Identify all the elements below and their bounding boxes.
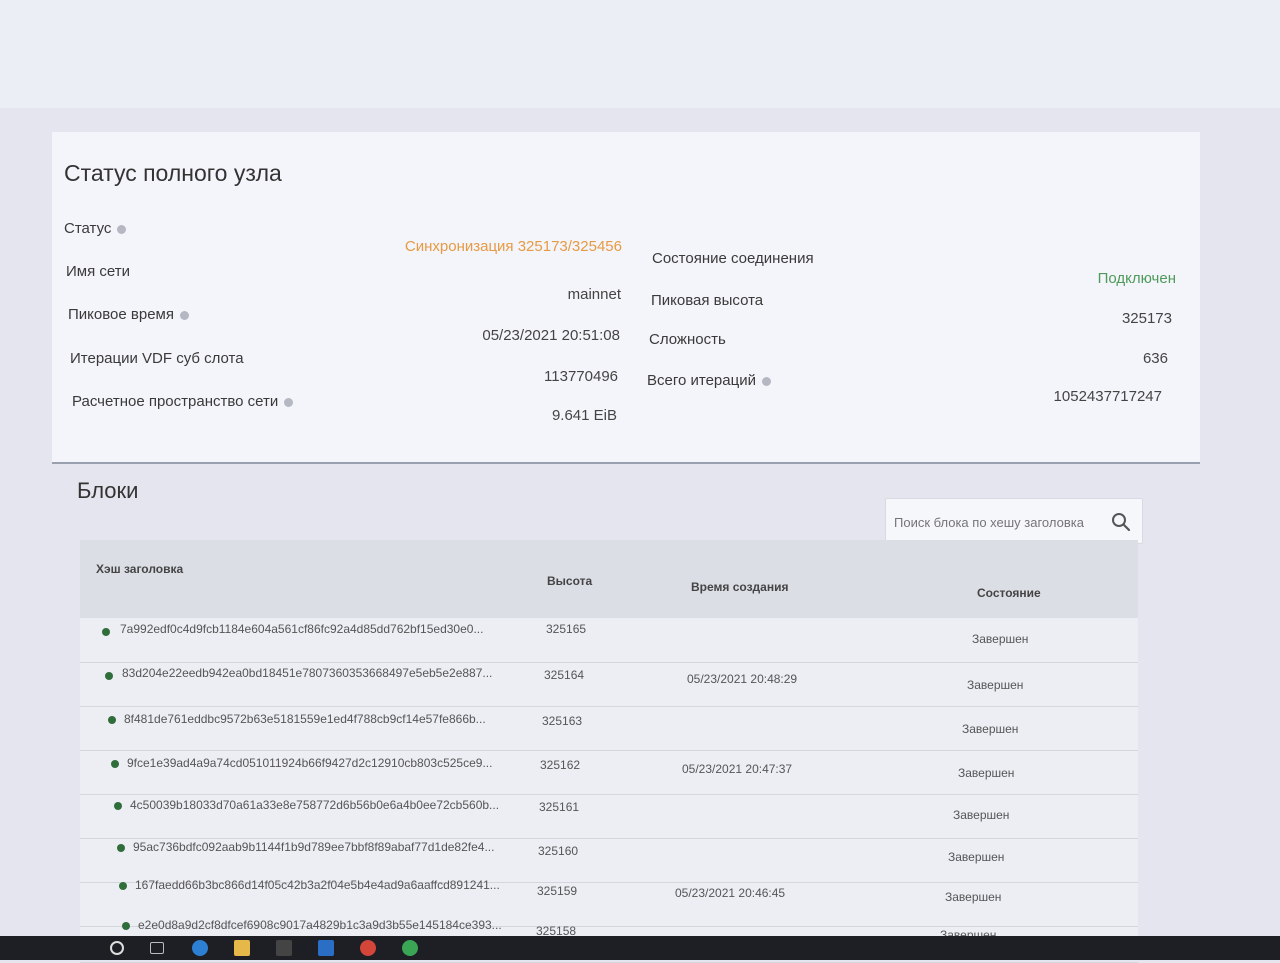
block-state: Завершен — [972, 632, 1029, 646]
peak-height-label: Пиковая высота — [651, 292, 764, 309]
block-state: Завершен — [967, 678, 1024, 692]
difficulty-value: 636 — [1142, 350, 1168, 367]
block-hash[interactable]: 4c50039b18033d70a61a33e8e758772d6b56b0e6… — [130, 798, 512, 812]
status-value: Синхронизация 325173/325456 — [404, 238, 622, 255]
block-height: 325164 — [544, 668, 585, 682]
blocks-table: Хэш заголовка Высота Время создания Сост… — [80, 540, 1138, 963]
task-view-icon[interactable] — [150, 942, 164, 954]
block-state: Завершен — [945, 890, 1002, 904]
connection-status-label: Состояние соединения — [652, 250, 814, 267]
connection-status-value: Подключен — [1097, 270, 1176, 287]
block-hash[interactable]: e2e0d8a9d2cf8dfcef6908c9017a4829b1c3a9d3… — [138, 918, 508, 932]
block-time: 05/23/2021 20:47:37 — [682, 762, 793, 776]
search-icon[interactable] — [1110, 511, 1132, 533]
status-dot-icon — [105, 672, 113, 680]
block-height: 325162 — [540, 758, 581, 772]
vdf-iterations-value: 113770496 — [544, 368, 618, 385]
full-node-status-card: Статус полного узла Статус Синхронизация… — [52, 132, 1200, 464]
total-iterations-value: 1052437717247 — [1053, 388, 1162, 405]
block-height: 325165 — [546, 622, 587, 636]
network-name-value: mainnet — [567, 286, 621, 303]
block-state: Завершен — [962, 722, 1019, 736]
chia-icon[interactable] — [402, 940, 418, 956]
status-dot-icon — [119, 882, 127, 890]
card-title: Статус полного узла — [64, 160, 282, 186]
block-hash[interactable]: 8f481de761eddbc9572b63e5181559e1ed4f788c… — [124, 712, 514, 726]
table-row[interactable]: 8f481de761eddbc9572b63e5181559e1ed4f788c… — [80, 706, 1138, 751]
block-search-input[interactable] — [892, 509, 1102, 535]
mail-icon[interactable] — [318, 940, 334, 956]
help-icon[interactable] — [284, 397, 294, 407]
block-state: Завершен — [948, 850, 1005, 864]
peak-height-value: 325173 — [1121, 310, 1172, 327]
block-height: 325160 — [538, 844, 579, 858]
windows-taskbar — [0, 936, 1280, 960]
network-space-value: 9.641 EiB — [551, 407, 617, 424]
help-icon[interactable] — [761, 376, 771, 386]
table-row[interactable]: 7a992edf0c4d9fcb1184e604a561cf86fc92a4d8… — [80, 618, 1138, 663]
table-row[interactable]: 9fce1e39ad4a9a74cd051011924b66f9427d2c12… — [80, 750, 1138, 795]
column-header-hash[interactable]: Хэш заголовка — [96, 562, 183, 576]
block-height: 325159 — [537, 884, 578, 898]
total-iterations-label: Всего итераций — [647, 372, 771, 389]
column-header-state[interactable]: Состояние — [977, 586, 1041, 600]
peak-time-value: 05/23/2021 20:51:08 — [482, 327, 620, 344]
status-dot-icon — [111, 760, 119, 768]
block-hash[interactable]: 95ac736bdfc092aab9b1144f1b9d789ee7bbf8f8… — [133, 840, 509, 854]
chrome-icon[interactable] — [360, 940, 376, 956]
block-state: Завершен — [953, 808, 1010, 822]
status-dot-icon — [122, 922, 130, 930]
block-time: 05/23/2021 20:48:29 — [687, 672, 798, 686]
block-state: Завершен — [958, 766, 1015, 780]
block-height: 325161 — [539, 800, 580, 814]
status-dot-icon — [108, 716, 116, 724]
windows-start-icon[interactable] — [110, 941, 124, 955]
block-hash[interactable]: 7a992edf0c4d9fcb1184e604a561cf86fc92a4d8… — [120, 622, 520, 636]
block-hash[interactable]: 167faedd66b3bc866d14f05c42b3a2f04e5b4e4a… — [135, 878, 509, 892]
block-height: 325163 — [542, 714, 583, 728]
edge-icon[interactable] — [192, 940, 208, 956]
blocks-title: Блоки — [77, 478, 139, 503]
status-dot-icon — [102, 628, 110, 636]
peak-time-label: Пиковое время — [68, 306, 189, 323]
block-hash[interactable]: 9fce1e39ad4a9a74cd051011924b66f9427d2c12… — [127, 756, 513, 770]
status-label: Статус — [64, 220, 127, 237]
help-icon[interactable] — [179, 310, 189, 320]
table-row[interactable]: 95ac736bdfc092aab9b1144f1b9d789ee7bbf8f8… — [80, 838, 1138, 883]
difficulty-label: Сложность — [649, 331, 726, 348]
block-hash[interactable]: 83d204e22eedb942ea0bd18451e7807360353668… — [122, 666, 516, 680]
column-header-created[interactable]: Время создания — [691, 580, 788, 594]
network-name-label: Имя сети — [66, 263, 130, 280]
network-space-label: Расчетное пространство сети — [72, 393, 294, 410]
vdf-iterations-label: Итерации VDF суб слота — [70, 350, 244, 367]
table-row[interactable]: 83d204e22eedb942ea0bd18451e7807360353668… — [80, 662, 1138, 707]
block-search-box[interactable] — [885, 498, 1143, 544]
table-row[interactable]: 4c50039b18033d70a61a33e8e758772d6b56b0e6… — [80, 794, 1138, 839]
top-header-area — [0, 0, 1280, 108]
help-icon[interactable] — [117, 224, 127, 234]
store-icon[interactable] — [276, 940, 292, 956]
block-time: 05/23/2021 20:46:45 — [675, 886, 786, 900]
column-header-height[interactable]: Высота — [547, 574, 592, 588]
table-header: Хэш заголовка Высота Время создания Сост… — [80, 540, 1138, 618]
status-dot-icon — [117, 844, 125, 852]
file-explorer-icon[interactable] — [234, 940, 250, 956]
status-dot-icon — [114, 802, 122, 810]
